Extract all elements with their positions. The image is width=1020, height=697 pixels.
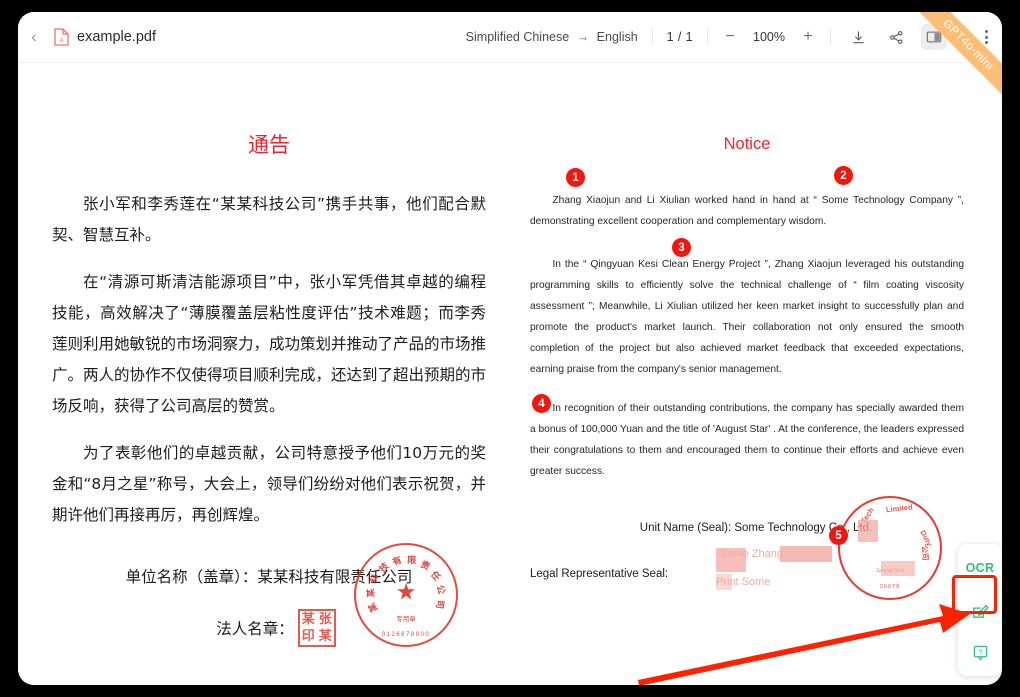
translated-company-seal: X Tech Limited Duty 公司 Special Seal 2667…: [838, 496, 942, 600]
translation-body: 1 2 Zhang Xiaojun and Li Xiulian worked …: [530, 166, 964, 482]
document-area: 通告 张小军和李秀莲在“某某科技公司”携手共事，他们配合默契、智慧互补。 在“清…: [18, 63, 1002, 685]
zoom-level: 100%: [753, 30, 785, 44]
ghost-text: Some Zhang: [720, 548, 783, 560]
translation-signature-block: X Tech Limited Duty 公司 Special Seal 2667…: [530, 496, 964, 600]
source-language: Simplified Chinese: [465, 30, 570, 44]
segment-badge[interactable]: 3: [672, 238, 691, 257]
source-signature-block: 某 某 科 技 有 限 责 任 公 司 ★ 专用章 0126678900 单位名…: [52, 543, 486, 647]
translation-title: Notice: [723, 135, 771, 153]
zoom-in-button[interactable]: +: [800, 29, 816, 45]
personal-seal-char: 印: [301, 629, 315, 644]
source-paragraph: 张小军和李秀莲在“某某科技公司”携手共事，他们配合默契、智慧互补。: [52, 195, 486, 244]
zoom-controls: − 100% +: [722, 29, 816, 45]
target-language: English: [596, 30, 638, 44]
translation-paragraph: In recognition of their outstanding cont…: [530, 403, 964, 477]
segment-badge[interactable]: 4: [532, 394, 551, 413]
annotation-highlight-box: [952, 575, 997, 614]
app-window: ‹ A example.pdf Simplified Chinese → Eng…: [18, 12, 1002, 685]
translated-seal-number: 26678: [879, 584, 901, 590]
page-indicator: 1 / 1: [666, 30, 693, 44]
divider: [830, 29, 831, 45]
source-body: 张小军和李秀莲在“某某科技公司”携手共事，他们配合默契、智慧互补。 在“清源可斯…: [52, 189, 486, 531]
toolbar-header: ‹ A example.pdf Simplified Chinese → Eng…: [18, 12, 1002, 63]
file-name: example.pdf: [77, 29, 156, 45]
back-button[interactable]: ‹: [20, 27, 48, 47]
pdf-file-icon: A: [54, 28, 69, 46]
seal-word: Limited: [885, 502, 913, 515]
translation-pane: Notice 1 2 Zhang Xiaojun and Li Xiulian …: [504, 63, 1002, 685]
segment-badge[interactable]: 1: [566, 168, 585, 187]
personal-seal-stamp: 某 张 印 某: [297, 609, 336, 647]
personal-seal-char: 张: [318, 612, 332, 627]
divider: [707, 29, 708, 45]
source-title: 通告: [248, 133, 290, 157]
seal-star-icon: ★: [395, 578, 417, 605]
translation-paragraph: Zhang Xiaojun and Li Xiulian worked hand…: [530, 195, 964, 227]
segment-badge[interactable]: 2: [834, 166, 853, 185]
personal-seal-char: 某: [318, 629, 332, 644]
seal-artifact: [881, 561, 915, 576]
help-question-icon[interactable]: ?: [966, 638, 994, 666]
zoom-out-button[interactable]: −: [722, 29, 738, 45]
seal-artifact: [780, 546, 832, 562]
file-chip: A example.pdf: [54, 28, 156, 46]
source-legal-rep-label: 法人名章：: [216, 620, 294, 638]
translation-paragraph: In the “ Qingyuan Kesi Clean Energy Proj…: [530, 259, 964, 375]
seal-artifact: [858, 520, 878, 542]
language-pair[interactable]: Simplified Chinese → English: [466, 30, 638, 44]
source-pane: 通告 张小军和李秀莲在“某某科技公司”携手共事，他们配合默契、智慧互补。 在“清…: [18, 63, 504, 685]
download-icon[interactable]: [845, 24, 871, 50]
svg-text:A: A: [59, 38, 63, 44]
language-arrow-icon: →: [576, 30, 590, 44]
source-paragraph: 为了表彰他们的卓越贡献，公司特意授予他们10万元的奖金和“8月之星”称号，大会上…: [52, 444, 486, 524]
toolbar-controls: Simplified Chinese → English 1 / 1 − 100…: [466, 12, 1002, 62]
personal-seal-char: 某: [301, 612, 315, 627]
seal-number: 0126678900: [381, 632, 431, 638]
company-seal-stamp: 某 某 科 技 有 限 责 任 公 司 ★ 专用章 0126678900: [354, 543, 458, 647]
divider: [651, 29, 653, 45]
segment-badge[interactable]: 5: [829, 526, 848, 545]
ghost-text: Print Some: [716, 576, 771, 588]
source-paragraph: 在“清源可斯清洁能源项目”中，张小军凭借其卓越的编程技能，高效解决了“薄膜覆盖层…: [52, 273, 487, 415]
seal-word: 公司: [919, 545, 930, 561]
svg-text:?: ?: [978, 647, 982, 656]
share-icon[interactable]: [883, 24, 909, 50]
seal-sub-text: 专用章: [396, 615, 416, 623]
